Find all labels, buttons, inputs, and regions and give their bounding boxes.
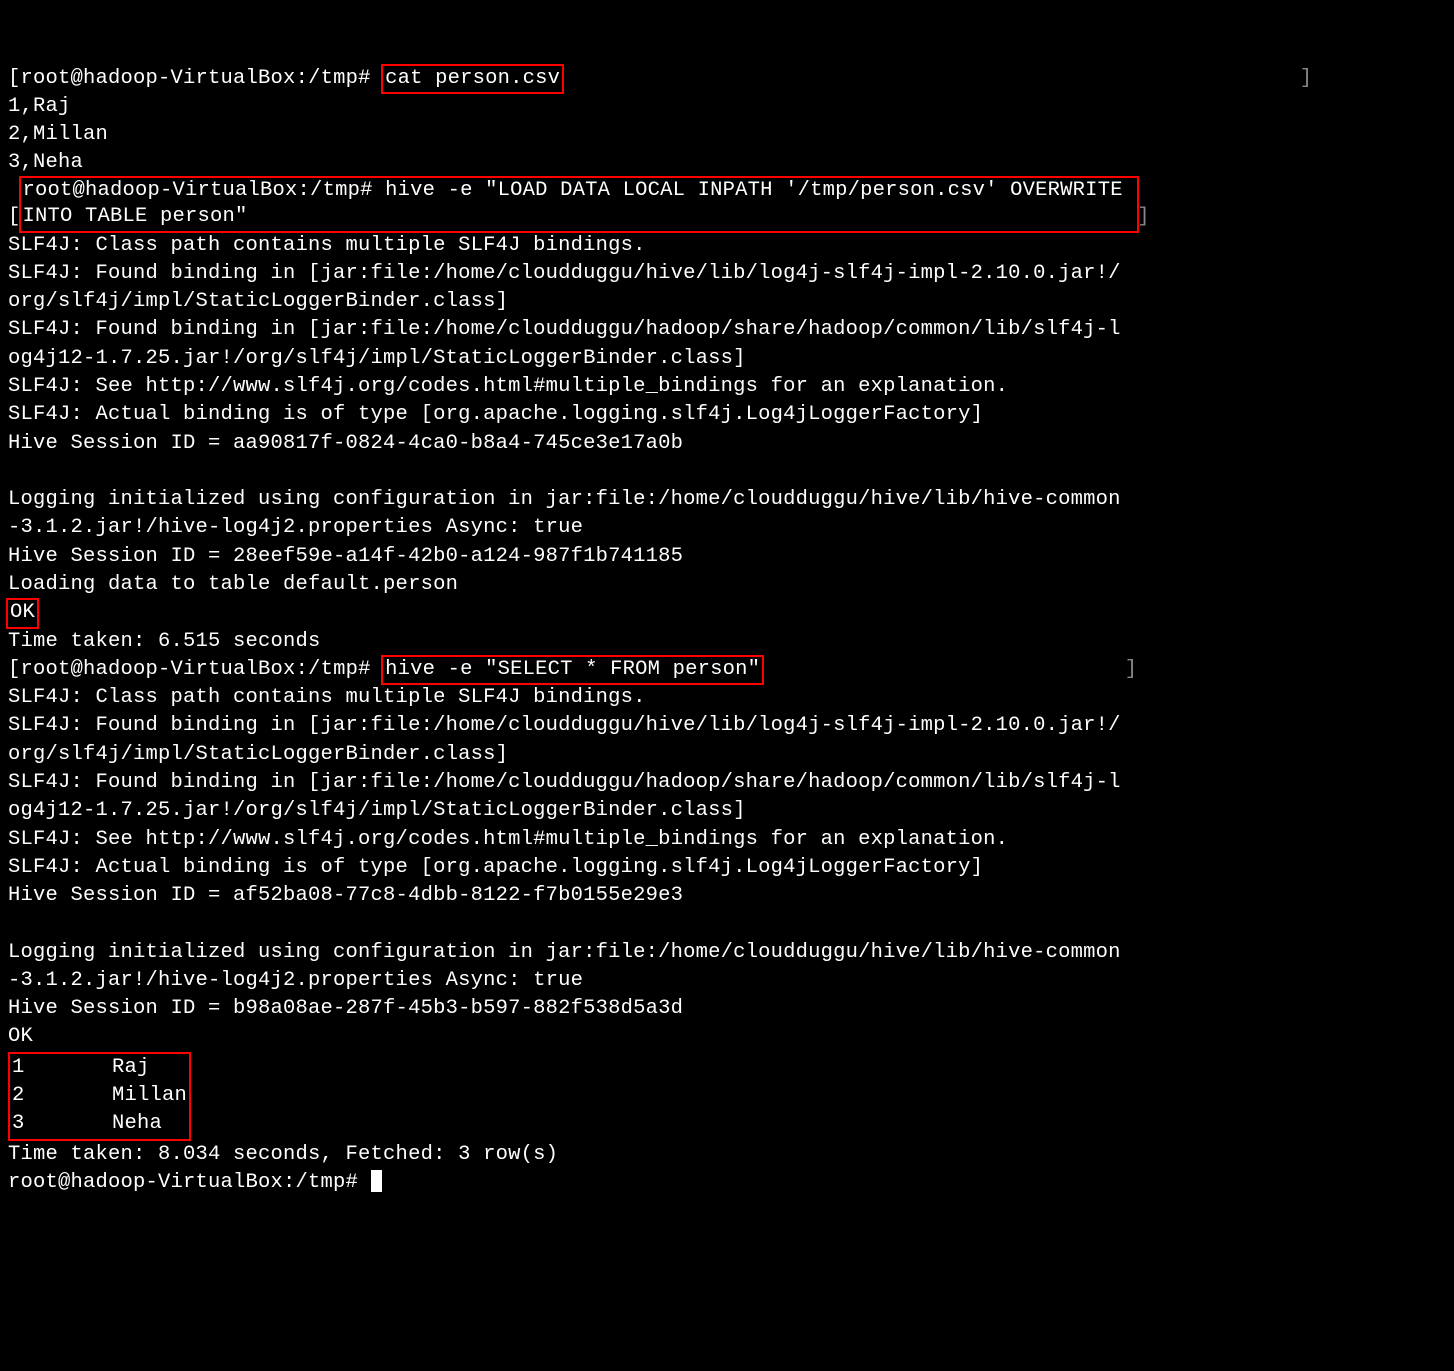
- result-row: 3 Neha: [12, 1112, 187, 1135]
- time-taken-line: Time taken: 6.515 seconds: [8, 630, 321, 653]
- csv-output-line: 3,Neha: [8, 151, 83, 174]
- log-line: Logging initialized using configuration …: [8, 488, 1121, 511]
- result-row: 2 Millan: [12, 1084, 187, 1107]
- prompt-path: :/tmp#: [296, 658, 384, 681]
- session-id-line: Hive Session ID = af52ba08-77c8-4dbb-812…: [8, 884, 683, 907]
- prompt-bracket-close: ]: [1125, 658, 1138, 681]
- log-line: SLF4J: Class path contains multiple SLF4…: [8, 234, 646, 257]
- csv-output-line: 2,Millan: [8, 123, 108, 146]
- prompt-path: :/tmp#: [296, 67, 384, 90]
- log-line: Loading data to table default.person: [8, 573, 458, 596]
- command-hive-load: root@hadoop-VirtualBox:/tmp# hive -e "LO…: [19, 176, 1140, 233]
- log-line: -3.1.2.jar!/hive-log4j2.properties Async…: [8, 516, 583, 539]
- prompt-current[interactable]: root@hadoop-VirtualBox:/tmp#: [8, 1171, 371, 1194]
- csv-output-line: 1,Raj: [8, 95, 71, 118]
- cursor-icon: [371, 1170, 382, 1192]
- log-line: SLF4J: Found binding in [jar:file:/home/…: [8, 262, 1121, 285]
- log-line: org/slf4j/impl/StaticLoggerBinder.class]: [8, 290, 508, 313]
- command-cat: cat person.csv: [381, 64, 564, 95]
- time-taken-line: Time taken: 8.034 seconds, Fetched: 3 ro…: [8, 1143, 558, 1166]
- log-line: SLF4J: Actual binding is of type [org.ap…: [8, 856, 983, 879]
- session-id-line: Hive Session ID = aa90817f-0824-4ca0-b8a…: [8, 432, 683, 455]
- log-line: org/slf4j/impl/StaticLoggerBinder.class]: [8, 743, 508, 766]
- log-line: og4j12-1.7.25.jar!/org/slf4j/impl/Static…: [8, 799, 746, 822]
- log-line: og4j12-1.7.25.jar!/org/slf4j/impl/Static…: [8, 347, 746, 370]
- ok-status: OK: [8, 1025, 33, 1048]
- prompt-bracket-close: ]: [1137, 205, 1150, 228]
- log-line: SLF4J: See http://www.slf4j.org/codes.ht…: [8, 828, 1008, 851]
- log-line: SLF4J: See http://www.slf4j.org/codes.ht…: [8, 375, 1008, 398]
- log-line: SLF4J: Class path contains multiple SLF4…: [8, 686, 646, 709]
- prompt-bracket-open: [: [8, 67, 21, 90]
- session-id-line: Hive Session ID = b98a08ae-287f-45b3-b59…: [8, 997, 683, 1020]
- prompt-bracket-close: ]: [1300, 67, 1313, 90]
- prompt-bracket-open: [: [8, 658, 21, 681]
- result-row: 1 Raj: [12, 1056, 187, 1079]
- command-hive-select: hive -e "SELECT * FROM person": [381, 655, 764, 686]
- query-result-block: 1 Raj 2 Millan 3 Neha: [8, 1052, 191, 1141]
- log-line: -3.1.2.jar!/hive-log4j2.properties Async…: [8, 969, 583, 992]
- ok-status: OK: [6, 598, 39, 629]
- session-id-line: Hive Session ID = 28eef59e-a14f-42b0-a12…: [8, 545, 683, 568]
- log-line: SLF4J: Found binding in [jar:file:/home/…: [8, 714, 1121, 737]
- terminal-output[interactable]: [root@hadoop-VirtualBox:/tmp# cat person…: [8, 65, 1444, 1198]
- log-line: SLF4J: Found binding in [jar:file:/home/…: [8, 318, 1121, 341]
- log-line: SLF4J: Found binding in [jar:file:/home/…: [8, 771, 1121, 794]
- log-line: SLF4J: Actual binding is of type [org.ap…: [8, 403, 983, 426]
- prompt-user-host: root@hadoop-VirtualBox: [21, 67, 296, 90]
- prompt-user-host: root@hadoop-VirtualBox: [21, 658, 296, 681]
- log-line: Logging initialized using configuration …: [8, 941, 1121, 964]
